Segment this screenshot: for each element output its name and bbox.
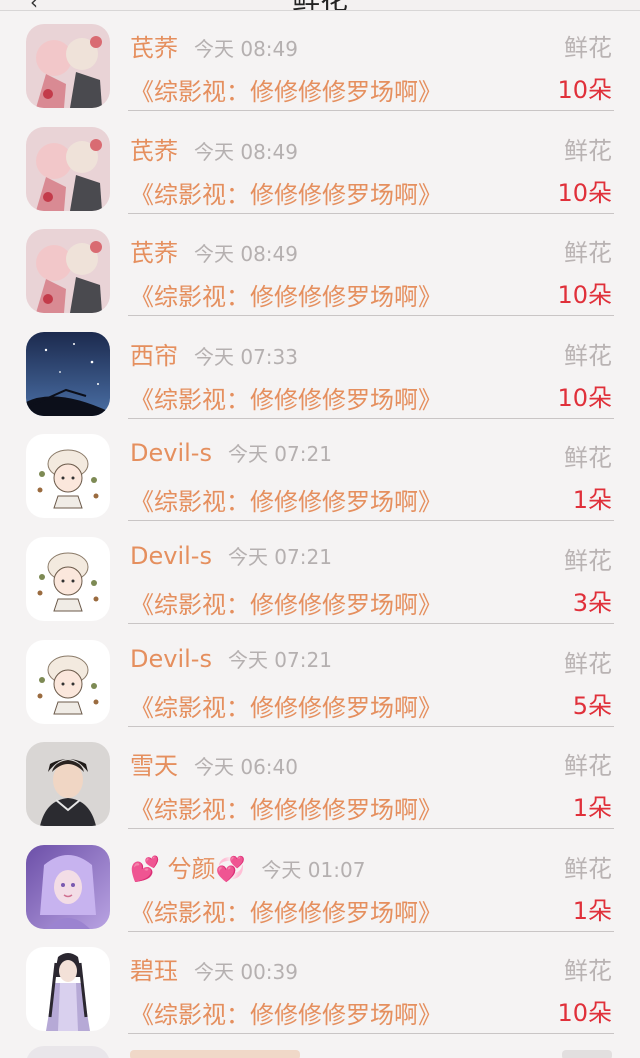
divider <box>128 725 614 727</box>
user-name-text[interactable]: 西帘 <box>130 342 178 370</box>
flower-count: 10朵 <box>557 999 612 1028</box>
user-name-text[interactable]: 兮颜 <box>168 855 216 883</box>
avatar[interactable] <box>26 126 110 211</box>
gift-type-label: 鲜花 <box>564 649 612 678</box>
avatar[interactable] <box>26 24 110 108</box>
two-hearts-icon: 💕 <box>130 854 160 883</box>
divider <box>128 315 614 317</box>
book-title[interactable]: 《综影视：修修修修罗场啊》 <box>130 72 442 107</box>
user-name[interactable]: 碧珏 今天 00:39 <box>130 951 298 986</box>
gift-type-label: 鲜花 <box>564 957 612 986</box>
book-title[interactable]: 《综影视：修修修修罗场啊》 <box>130 380 442 415</box>
flower-count: 10朵 <box>557 76 612 104</box>
flower-count: 1朵 <box>572 486 612 515</box>
avatar[interactable] <box>26 1046 110 1058</box>
gift-type-label: 鲜花 <box>564 854 612 883</box>
user-name[interactable]: Devil-s 今天 07:21 <box>130 438 332 467</box>
timestamp: 今天 06:40 <box>194 755 298 780</box>
gift-type-label: 鲜花 <box>564 444 612 473</box>
list-item[interactable]: 芪荞 今天 08:49 鲜花 《综影视：修修修修罗场啊》 10朵 <box>0 113 640 216</box>
avatar[interactable] <box>26 947 110 1032</box>
book-title[interactable]: 《综影视：修修修修罗场啊》 <box>130 482 442 517</box>
gift-type-label: 鲜花 <box>564 136 612 165</box>
user-name[interactable]: Devil-s 今天 07:21 <box>130 541 332 570</box>
flower-count: 10朵 <box>557 281 612 310</box>
timestamp: 今天 07:33 <box>194 344 298 369</box>
user-name[interactable]: 西帘 今天 07:33 <box>130 336 298 371</box>
book-title[interactable]: 《综影视：修修修修罗场啊》 <box>130 277 442 312</box>
gift-type-label: 鲜花 <box>564 546 612 575</box>
user-name-text[interactable]: Devil-s <box>130 645 212 673</box>
list-item[interactable]: 雪天 今天 06:40 鲜花 《综影视：修修修修罗场啊》 1朵 <box>0 728 640 831</box>
user-name[interactable]: Devil-s 今天 07:21 <box>130 644 332 673</box>
list-item[interactable]: 西帘 今天 07:33 鲜花 《综影视：修修修修罗场啊》 10朵 <box>0 318 640 421</box>
book-title[interactable]: 《综影视：修修修修罗场啊》 <box>130 790 442 825</box>
avatar[interactable] <box>26 742 110 827</box>
list-item[interactable]: Devil-s 今天 07:21 鲜花 《综影视：修修修修罗场啊》 3朵 <box>0 523 640 626</box>
user-name[interactable]: 💕 兮颜💞 今天 01:07 <box>130 849 365 884</box>
timestamp: 今天 08:49 <box>194 242 298 267</box>
flower-count: 1朵 <box>572 794 612 823</box>
book-title[interactable]: 《综影视：修修修修罗场啊》 <box>130 585 442 620</box>
flower-count: 10朵 <box>557 178 612 207</box>
user-name[interactable]: 芪荞 今天 08:49 <box>130 28 298 63</box>
revolving-hearts-icon: 💞 <box>215 854 246 883</box>
flower-count: 3朵 <box>572 588 612 617</box>
user-name-text[interactable]: 芪荞 <box>130 239 178 267</box>
divider <box>128 110 614 111</box>
avatar[interactable] <box>26 639 110 724</box>
list-item[interactable]: 💕 兮颜💞 今天 01:07 鲜花 《综影视：修修修修罗场啊》 1朵 <box>0 831 640 934</box>
book-title[interactable]: 《综影视：修修修修罗场啊》 <box>130 175 442 210</box>
user-name-placeholder <box>130 1050 300 1058</box>
timestamp: 今天 07:21 <box>227 544 332 569</box>
book-title[interactable]: 《综影视：修修修修罗场啊》 <box>130 995 442 1030</box>
user-name[interactable]: 芪荞 今天 08:49 <box>130 131 298 166</box>
user-name[interactable]: 雪天 今天 06:40 <box>130 746 298 781</box>
gift-type-label-placeholder <box>562 1050 612 1058</box>
screen: ‹ 鲜花 芪荞今天 08:49 鲜花 《综影视：修修修修罗场啊》 10朵 <box>0 0 640 1058</box>
user-name-text[interactable]: Devil-s <box>130 439 212 467</box>
user-name-text[interactable]: 芪荞 <box>130 34 178 62</box>
user-name-text[interactable]: 芪荞 <box>130 137 178 165</box>
list-item[interactable]: Devil-s 今天 07:21 鲜花 《综影视：修修修修罗场啊》 1朵 <box>0 420 640 523</box>
divider <box>128 417 614 419</box>
timestamp: 今天 07:21 <box>227 647 332 672</box>
divider <box>128 622 614 624</box>
avatar[interactable] <box>26 434 110 519</box>
list-item[interactable]: 碧珏 今天 00:39 鲜花 《综影视：修修修修罗场啊》 10朵 <box>0 933 640 1036</box>
user-name-text[interactable]: Devil-s <box>130 542 212 570</box>
user-name-text[interactable]: 雪天 <box>130 752 178 780</box>
timestamp: 今天 01:07 <box>261 857 366 882</box>
flower-gift-list: 芪荞 今天 08:49 鲜花 《综影视：修修修修罗场啊》 10朵 芪荞 今天 08:… <box>0 10 640 1036</box>
flower-count: 5朵 <box>572 691 612 720</box>
timestamp: 今天 08:49 <box>194 37 298 61</box>
timestamp: 今天 07:21 <box>227 442 332 467</box>
flower-count: 10朵 <box>557 383 612 412</box>
divider <box>128 520 614 522</box>
flower-count: 1朵 <box>572 896 612 925</box>
divider <box>128 828 614 830</box>
divider <box>128 1033 614 1035</box>
gift-type-label: 鲜花 <box>564 341 612 370</box>
gift-type-label: 鲜花 <box>564 752 612 781</box>
user-name-text[interactable]: 碧珏 <box>130 957 178 985</box>
user-name[interactable]: 芪荞 今天 08:49 <box>130 233 298 268</box>
gift-type-label: 鲜花 <box>564 239 612 268</box>
timestamp: 今天 00:39 <box>194 960 298 985</box>
divider <box>128 930 614 932</box>
gift-type-label: 鲜花 <box>564 34 612 62</box>
avatar[interactable] <box>26 331 110 416</box>
list-item-partial[interactable] <box>0 1036 640 1058</box>
avatar[interactable] <box>26 229 110 314</box>
avatar[interactable] <box>26 536 110 621</box>
timestamp: 今天 08:49 <box>194 139 298 164</box>
book-title[interactable]: 《综影视：修修修修罗场啊》 <box>130 688 442 723</box>
list-item[interactable]: 芪荞 今天 08:49 鲜花 《综影视：修修修修罗场啊》 10朵 <box>0 215 640 318</box>
list-item[interactable]: Devil-s 今天 07:21 鲜花 《综影视：修修修修罗场啊》 5朵 <box>0 626 640 729</box>
list-item[interactable]: 芪荞 今天 08:49 鲜花 《综影视：修修修修罗场啊》 10朵 <box>0 10 640 113</box>
avatar[interactable] <box>26 844 110 929</box>
book-title[interactable]: 《综影视：修修修修罗场啊》 <box>130 893 442 928</box>
divider <box>128 212 614 214</box>
